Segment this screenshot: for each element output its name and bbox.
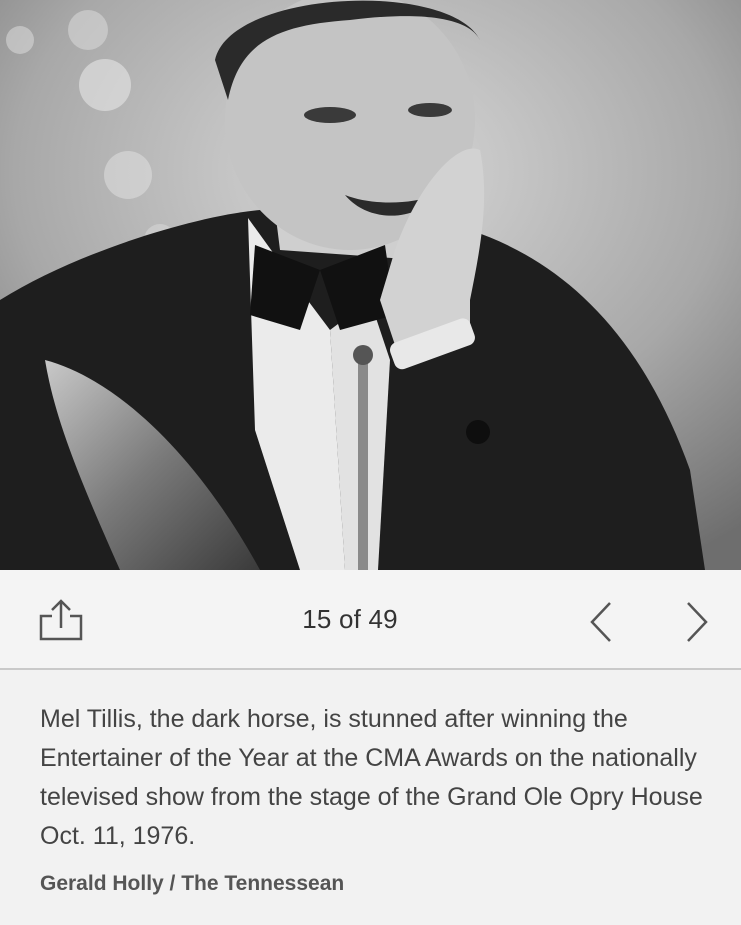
photo-caption: Mel Tillis, the dark horse, is stunned a… bbox=[40, 705, 703, 850]
gallery-photo bbox=[0, 0, 741, 570]
chevron-right-icon bbox=[687, 602, 708, 642]
share-button[interactable] bbox=[36, 598, 84, 646]
previous-button[interactable] bbox=[582, 600, 622, 644]
caption-panel: Mel Tillis, the dark horse, is stunned a… bbox=[0, 672, 741, 925]
photo-image bbox=[0, 0, 741, 570]
chevron-left-icon bbox=[590, 602, 611, 642]
photo-credit: Gerald Holly / The Tennessean bbox=[40, 872, 345, 895]
share-icon bbox=[39, 599, 83, 641]
gallery-counter: 15 of 49 bbox=[302, 604, 398, 634]
gallery-toolbar: 15 of 49 bbox=[0, 570, 741, 670]
next-button[interactable] bbox=[678, 600, 718, 644]
